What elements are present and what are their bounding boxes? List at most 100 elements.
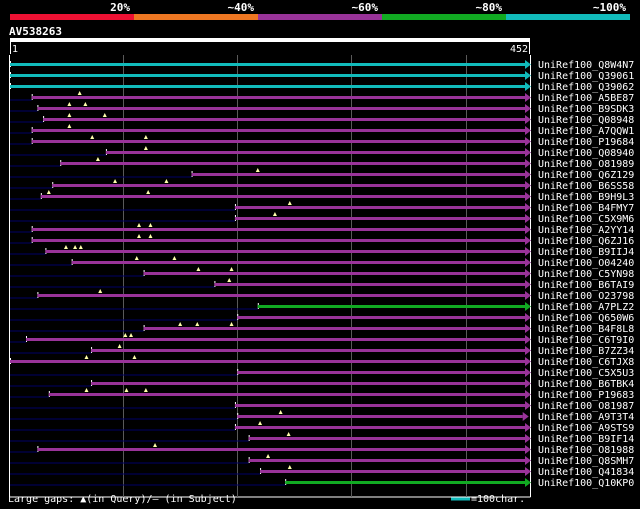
hit-label: UniRef100_A7QQW1 bbox=[538, 126, 634, 137]
hit-bar bbox=[234, 426, 525, 429]
hit-row: UniRef100_B6TAI9 bbox=[10, 278, 634, 291]
hit-row: UniRef100_Q39061 bbox=[10, 71, 634, 82]
hit-bar bbox=[52, 184, 526, 187]
scale-bin-2 bbox=[134, 14, 258, 20]
hit-label: UniRef100_B6TAI9 bbox=[538, 280, 634, 291]
gap-marker bbox=[90, 135, 95, 139]
hit-bar bbox=[91, 349, 526, 352]
hit-label: UniRef100_Q8SMH7 bbox=[538, 456, 634, 467]
hit-bar bbox=[105, 151, 526, 154]
gap-marker bbox=[148, 234, 153, 238]
hit-row: UniRef100_O81987 bbox=[10, 401, 634, 412]
hit-row: UniRef100_Q6Z129 bbox=[10, 168, 634, 181]
gap-marker bbox=[143, 146, 148, 150]
hit-bar bbox=[191, 173, 526, 176]
gap-marker bbox=[278, 410, 283, 414]
gap-marker bbox=[255, 168, 260, 172]
hit-end-arrow bbox=[522, 412, 529, 421]
hit-bar bbox=[91, 382, 526, 385]
hit-bar bbox=[143, 327, 526, 330]
hit-row: UniRef100_B9H9L3 bbox=[10, 190, 634, 203]
hit-label: UniRef100_C5X5U3 bbox=[538, 368, 634, 379]
hit-row: UniRef100_O81988 bbox=[10, 443, 634, 456]
hit-bar bbox=[25, 338, 526, 341]
gap-marker bbox=[98, 289, 103, 293]
hit-row: UniRef100_Q08940 bbox=[10, 146, 634, 159]
hit-bar bbox=[234, 217, 525, 220]
hit-row: UniRef100_B9IF14 bbox=[10, 432, 634, 445]
hit-label: UniRef100_B9H9L3 bbox=[538, 192, 634, 203]
gap-marker bbox=[148, 223, 153, 227]
hit-row: UniRef100_O04240 bbox=[10, 256, 634, 269]
hit-bar bbox=[237, 316, 525, 319]
hit-bar bbox=[248, 437, 525, 440]
hit-label: UniRef100_A5BE87 bbox=[538, 93, 634, 104]
hit-row: UniRef100_B4FMY7 bbox=[10, 201, 634, 214]
gap-marker bbox=[196, 267, 201, 271]
hit-label: UniRef100_A7PLZ2 bbox=[538, 302, 634, 313]
hit-row: UniRef100_C5YN98 bbox=[10, 267, 634, 280]
hit-bar bbox=[237, 415, 523, 418]
hit-bar bbox=[248, 459, 525, 462]
gap-marker bbox=[113, 179, 118, 183]
gap-marker bbox=[46, 190, 51, 194]
hit-bar bbox=[43, 118, 526, 121]
gap-marker bbox=[84, 355, 89, 359]
hit-bar bbox=[31, 228, 526, 231]
gap-marker bbox=[124, 388, 129, 392]
hit-row: UniRef100_B7ZZ34 bbox=[10, 344, 634, 357]
hit-bar bbox=[10, 85, 525, 88]
hit-label: UniRef100_O81988 bbox=[538, 445, 634, 456]
hit-rows: UniRef100_Q8W4N7UniRef100_Q39061UniRef10… bbox=[10, 60, 634, 489]
gap-marker bbox=[67, 102, 72, 106]
hit-row: UniRef100_A7PLZ2 bbox=[10, 302, 634, 313]
hit-row: UniRef100_C5X9M6 bbox=[10, 212, 634, 225]
hit-label: UniRef100_B9IF14 bbox=[538, 434, 634, 445]
hit-row: UniRef100_Q41834 bbox=[10, 465, 634, 478]
gap-marker bbox=[63, 245, 68, 249]
hit-label: UniRef100_C6T9I0 bbox=[538, 335, 634, 346]
hit-label: UniRef100_Q08948 bbox=[538, 115, 634, 126]
hit-bar bbox=[10, 360, 525, 363]
gap-marker bbox=[129, 333, 134, 337]
scale-bin-1 bbox=[10, 14, 134, 20]
hit-label: UniRef100_B7ZZ34 bbox=[538, 346, 634, 357]
hit-bar bbox=[37, 294, 526, 297]
hit-bar bbox=[31, 140, 526, 143]
gap-marker bbox=[67, 124, 72, 128]
hit-bar bbox=[31, 96, 526, 99]
gap-marker bbox=[77, 91, 82, 95]
gap-marker bbox=[286, 432, 291, 436]
gap-marker bbox=[78, 245, 83, 249]
hit-label: UniRef100_B4FMY7 bbox=[538, 203, 634, 214]
hit-row: UniRef100_P19683 bbox=[10, 388, 634, 401]
hit-label: UniRef100_C5X9M6 bbox=[538, 214, 634, 225]
hit-label: UniRef100_P19684 bbox=[538, 137, 634, 148]
hit-label: UniRef100_B9SDK3 bbox=[538, 104, 634, 115]
gap-legend-text: Large gaps: ▲(in Query)/– (in Subject) bbox=[8, 494, 237, 505]
hit-label: UniRef100_O04240 bbox=[538, 258, 634, 269]
gap-marker bbox=[137, 223, 142, 227]
gap-marker bbox=[287, 201, 292, 205]
gap-marker bbox=[102, 113, 107, 117]
hit-bar bbox=[237, 371, 525, 374]
hit-row: UniRef100_B9SDK3 bbox=[10, 102, 634, 115]
gap-marker bbox=[95, 157, 100, 161]
hit-row: UniRef100_A9T3T4 bbox=[10, 410, 634, 423]
identity-color-scale bbox=[10, 14, 630, 20]
hit-bar bbox=[234, 206, 525, 209]
query-end-label: 452 bbox=[510, 44, 528, 55]
hit-bar bbox=[10, 74, 525, 77]
hit-bar bbox=[143, 272, 526, 275]
hit-bar bbox=[31, 129, 526, 132]
hit-label: UniRef100_Q650W6 bbox=[538, 313, 634, 324]
hit-bar bbox=[37, 107, 526, 110]
hit-row: UniRef100_A2YY14 bbox=[10, 223, 634, 236]
hit-label: UniRef100_B9IIJ4 bbox=[538, 247, 634, 258]
gap-marker bbox=[195, 322, 200, 326]
hit-label: UniRef100_A2YY14 bbox=[538, 225, 634, 236]
hit-row: UniRef100_Q8SMH7 bbox=[10, 454, 634, 467]
hit-row: UniRef100_Q650W6 bbox=[10, 313, 634, 324]
hit-label: UniRef100_Q10KP0 bbox=[538, 478, 634, 489]
hit-label: UniRef100_A9STS9 bbox=[538, 423, 634, 434]
